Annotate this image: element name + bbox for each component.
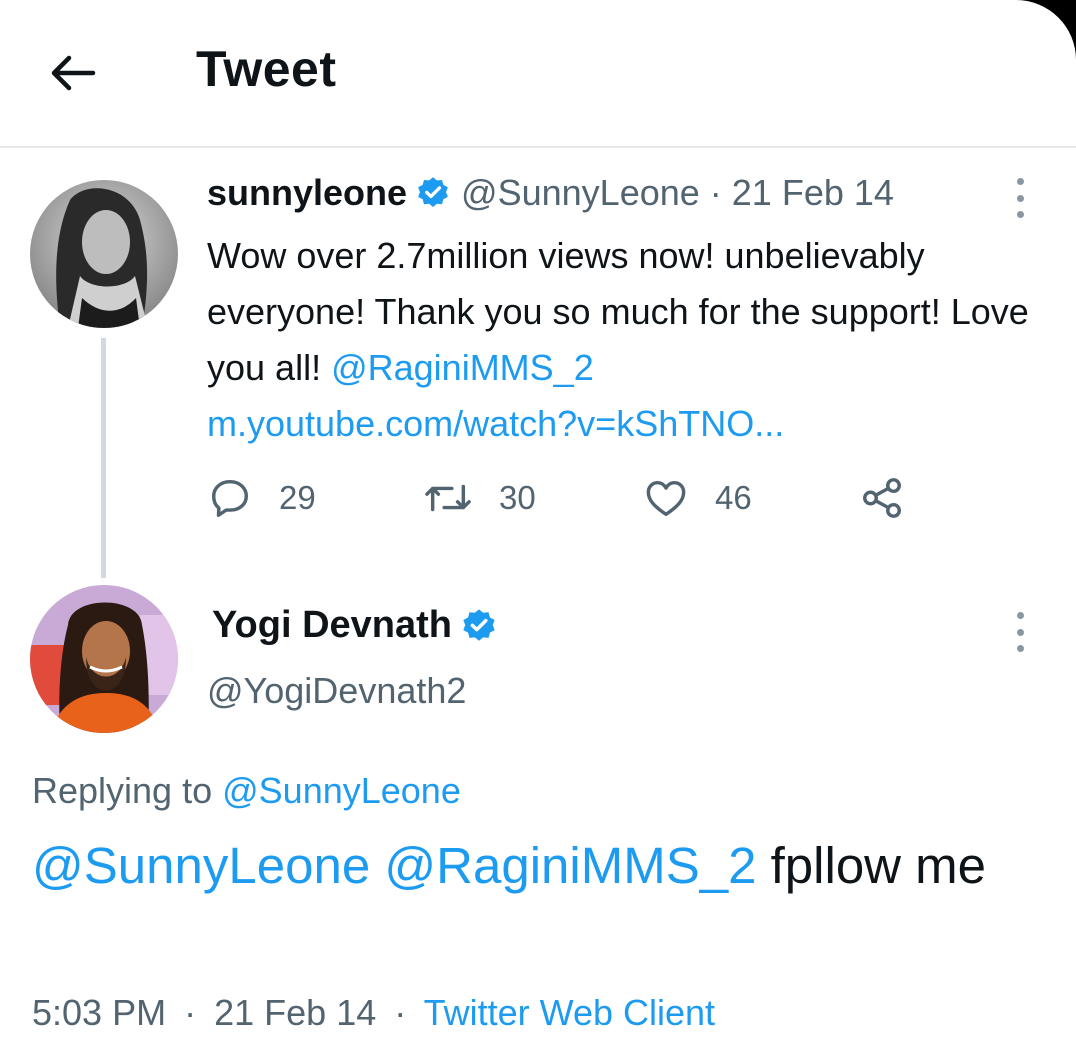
dot xyxy=(1016,211,1024,218)
top-bar: Tweet xyxy=(0,0,1076,148)
dot xyxy=(1016,628,1024,636)
tweet-date[interactable]: 21 Feb 14 xyxy=(732,172,894,214)
more-options-button[interactable] xyxy=(1012,612,1028,652)
separator-dot: · xyxy=(394,992,407,1033)
retweet-icon xyxy=(425,484,471,512)
parent-tweet-text: Wow over 2.7million views now! unbelieva… xyxy=(207,228,1037,452)
verified-badge-icon xyxy=(418,177,448,207)
tweet-metadata: 5:03 PM · 21 Feb 14 · Twitter Web Client xyxy=(32,992,715,1034)
verified-badge-icon xyxy=(463,608,495,641)
dot xyxy=(1016,645,1024,652)
avatar-image xyxy=(30,585,178,733)
user-handle[interactable]: @YogiDevnath2 xyxy=(207,670,466,712)
replying-handle-link[interactable]: @SunnyLeone xyxy=(222,770,461,811)
user-handle[interactable]: @SunnyLeone xyxy=(461,172,700,214)
reply-button[interactable]: 29 xyxy=(207,468,316,528)
dot xyxy=(1016,194,1024,202)
like-button[interactable]: 46 xyxy=(643,468,752,528)
retweet-count: 30 xyxy=(499,479,536,516)
avatar[interactable] xyxy=(30,585,178,733)
like-count: 46 xyxy=(715,479,752,516)
mention-link[interactable]: @RaginiMMS_2 xyxy=(331,347,594,388)
share-button[interactable] xyxy=(859,468,931,528)
reply-tweet-text: @SunnyLeone @RaginiMMS_2 fpllow me xyxy=(32,830,1042,902)
back-button[interactable] xyxy=(48,48,98,98)
separator-dot: · xyxy=(184,992,197,1033)
avatar-image xyxy=(30,180,178,328)
tweet-screen: Tweet sunnyleone @SunnyLeone · 21 Feb 14 xyxy=(0,0,1076,1063)
display-name[interactable]: Yogi Devnath xyxy=(212,604,452,647)
dot xyxy=(1016,612,1024,619)
parent-tweet-header: sunnyleone @SunnyLeone · 21 Feb 14 xyxy=(207,172,894,214)
share-icon xyxy=(863,478,901,518)
replying-to: Replying to @SunnyLeone xyxy=(32,770,461,812)
retweet-button[interactable]: 30 xyxy=(423,468,536,528)
youtube-link[interactable]: m.youtube.com/watch?v=kShTNO... xyxy=(207,403,784,444)
separator-dot: · xyxy=(709,172,722,213)
avatar[interactable] xyxy=(30,180,178,328)
reply-icon xyxy=(211,479,249,517)
client-link[interactable]: Twitter Web Client xyxy=(424,992,715,1033)
arrow-left-icon xyxy=(51,55,96,91)
tweet-date[interactable]: 21 Feb 14 xyxy=(214,992,376,1033)
more-options-button[interactable] xyxy=(1012,178,1028,218)
dot xyxy=(1016,178,1024,185)
tweet-body-text: fpllow me xyxy=(770,837,987,894)
mention-link[interactable]: @SunnyLeone xyxy=(32,837,370,894)
mention-link[interactable]: @RaginiMMS_2 xyxy=(384,837,756,894)
reply-count: 29 xyxy=(279,479,316,516)
heart-icon xyxy=(646,480,686,517)
replying-label: Replying to xyxy=(32,770,213,811)
tweet-time[interactable]: 5:03 PM xyxy=(32,992,166,1033)
page-title: Tweet xyxy=(196,41,337,97)
display-name[interactable]: sunnyleone xyxy=(207,172,407,214)
tweet-actions: 29 30 46 xyxy=(207,468,927,528)
reply-author-row: Yogi Devnath xyxy=(212,604,508,647)
thread-connector-line xyxy=(101,338,106,578)
